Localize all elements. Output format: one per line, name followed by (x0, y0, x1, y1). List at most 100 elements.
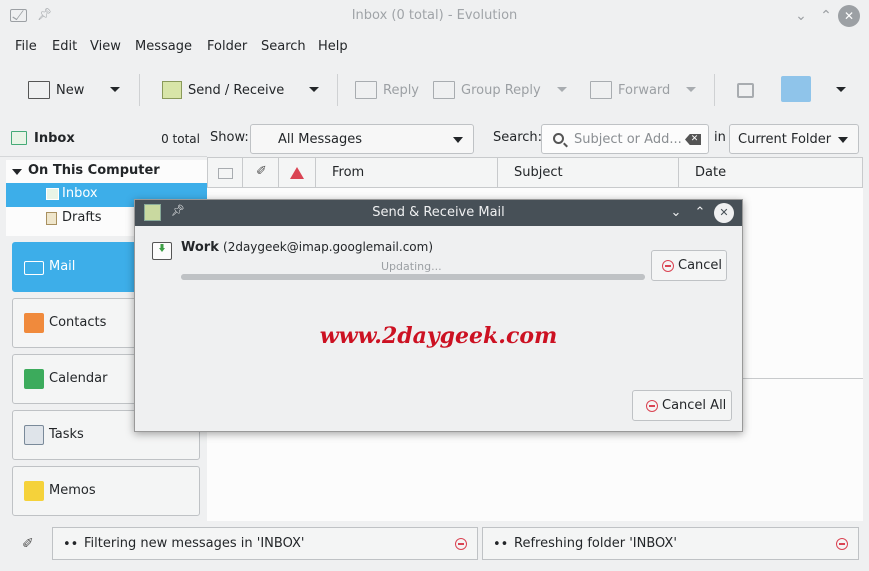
print-icon (737, 82, 754, 98)
column-label: From (332, 165, 365, 180)
account-row: Work (2daygeek@imap.googlemail.com) (181, 240, 433, 255)
account-name: Work (181, 240, 219, 255)
minimize-icon[interactable]: ⌄ (666, 203, 686, 223)
flag-column-header[interactable] (278, 157, 316, 188)
paw-icon: •• (493, 537, 509, 552)
send-receive-dropdown-icon[interactable] (309, 87, 319, 92)
menu-file[interactable]: File (15, 39, 37, 54)
close-icon[interactable]: ✕ (838, 5, 860, 27)
search-input[interactable]: Subject or Add... ✕ (541, 124, 709, 154)
in-label: in (714, 130, 726, 145)
from-column-header[interactable]: From (315, 157, 498, 188)
maximize-icon[interactable]: ⌃ (690, 203, 710, 223)
cancel-label: Cancel (678, 258, 723, 273)
contacts-icon (24, 313, 44, 333)
minimize-icon[interactable]: ⌄ (790, 5, 812, 27)
paperclip-icon: ✐ (256, 164, 267, 179)
filter-bar: Show: All Messages Search: Subject or Ad… (207, 120, 869, 157)
search-label: Search: (493, 130, 543, 145)
column-label: Subject (514, 165, 563, 180)
receive-mail-icon (152, 242, 172, 260)
forward-button[interactable]: Forward (590, 79, 670, 101)
read-status-icon (218, 168, 233, 179)
status-text: Refreshing folder 'INBOX' (514, 536, 677, 551)
inbox-icon (46, 188, 59, 200)
watermark: www.2daygeek.com (319, 323, 558, 349)
window-title: Inbox (0 total) - Evolution (351, 8, 518, 23)
nav-memos[interactable]: Memos (12, 466, 200, 516)
reply-label: Reply (383, 82, 420, 98)
new-message-icon (28, 81, 50, 99)
status-text: Filtering new messages in 'INBOX' (84, 536, 305, 551)
forward-dropdown-icon[interactable] (686, 87, 696, 92)
cancel-button[interactable]: Cancel (651, 250, 727, 281)
dialog-title-bar: 📌︎ Send & Receive Mail ⌄ ⌃ ✕ (135, 200, 742, 226)
new-button[interactable]: New (28, 79, 84, 101)
menu-view[interactable]: View (90, 39, 121, 54)
group-reply-dropdown-icon[interactable] (557, 87, 567, 92)
menu-search[interactable]: Search (261, 39, 306, 54)
new-dropdown-icon[interactable] (110, 87, 120, 92)
nav-label: Tasks (49, 427, 84, 442)
status-column-header[interactable] (207, 157, 243, 188)
stop-icon[interactable] (836, 538, 848, 550)
tree-root-label: On This Computer (28, 163, 160, 178)
send-receive-label: Send / Receive (188, 82, 285, 98)
attachment-column-header[interactable]: ✐ (242, 157, 279, 188)
account-email: (2daygeek@imap.googlemail.com) (223, 240, 434, 254)
more-dropdown-icon[interactable] (836, 87, 846, 92)
memos-icon (24, 481, 44, 501)
scope-select[interactable]: Current Folder (729, 124, 859, 154)
maximize-icon[interactable]: ⌃ (815, 5, 837, 27)
menu-edit[interactable]: Edit (52, 39, 77, 54)
group-reply-icon (433, 81, 455, 99)
mail-icon (24, 261, 44, 275)
online-status-icon[interactable]: ✐ (22, 536, 34, 552)
reply-icon (355, 81, 377, 99)
menu-bar: File Edit View Message Folder Search Hel… (0, 32, 869, 60)
send-receive-dialog: 📌︎ Send & Receive Mail ⌄ ⌃ ✕ Work (2dayg… (134, 199, 743, 432)
close-icon[interactable]: ✕ (714, 203, 734, 223)
stop-icon[interactable] (455, 538, 467, 550)
folder-title: Inbox (34, 131, 75, 146)
search-placeholder: Subject or Add... (574, 132, 682, 147)
trash-folder-icon (781, 76, 811, 102)
status-activity: •• Refreshing folder 'INBOX' (482, 527, 859, 560)
expand-icon[interactable] (12, 169, 22, 175)
column-label: Date (695, 165, 727, 180)
column-headers: ✐ From Subject Date (207, 157, 869, 188)
forward-icon (590, 81, 612, 99)
calendar-icon (24, 369, 44, 389)
clear-icon[interactable]: ✕ (685, 134, 701, 145)
tree-root[interactable]: On This Computer (6, 160, 207, 184)
subject-column-header[interactable]: Subject (497, 157, 679, 188)
delete-button[interactable] (781, 76, 817, 102)
folder-header: Inbox 0 total (0, 120, 207, 157)
date-column-header[interactable]: Date (678, 157, 863, 188)
menu-message[interactable]: Message (135, 39, 192, 54)
toolbar-separator (337, 74, 338, 106)
reply-button[interactable]: Reply (355, 79, 419, 101)
tree-item-label: Drafts (62, 210, 102, 225)
dialog-title: Send & Receive Mail (372, 205, 505, 220)
menu-help[interactable]: Help (318, 39, 348, 54)
nav-label: Memos (49, 483, 96, 498)
status-activity: •• Filtering new messages in 'INBOX' (52, 527, 478, 560)
nav-label: Calendar (49, 371, 108, 386)
show-select[interactable]: All Messages (250, 124, 474, 154)
search-icon (553, 133, 564, 144)
cancel-all-button[interactable]: Cancel All (632, 390, 732, 421)
group-reply-button[interactable]: Group Reply (433, 79, 541, 101)
send-receive-icon (162, 81, 182, 99)
send-receive-button[interactable]: Send / Receive (162, 79, 284, 101)
title-bar: 📌︎ Inbox (0 total) - Evolution ⌄ ⌃ ✕ (0, 0, 869, 32)
progress-bar (181, 274, 645, 280)
status-bar: ✐ •• Filtering new messages in 'INBOX' •… (0, 521, 869, 571)
menu-folder[interactable]: Folder (207, 39, 247, 54)
drafts-icon (46, 212, 57, 225)
tasks-icon (24, 425, 44, 445)
print-button[interactable] (737, 79, 760, 101)
show-label: Show: (210, 130, 249, 145)
nav-label: Contacts (49, 315, 107, 330)
cancel-all-label: Cancel All (662, 398, 727, 413)
